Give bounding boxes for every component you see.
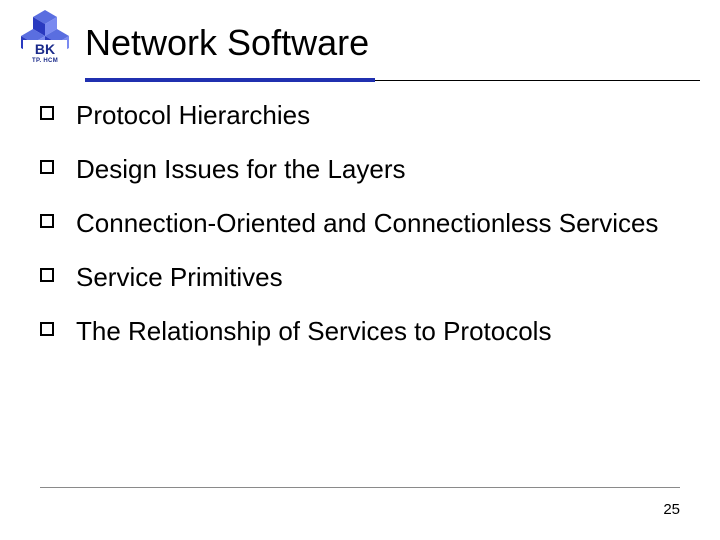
list-item: Service Primitives bbox=[40, 260, 690, 294]
list-item: Connection-Oriented and Connectionless S… bbox=[40, 206, 690, 240]
list-item: Protocol Hierarchies bbox=[40, 98, 690, 132]
list-item-text: Protocol Hierarchies bbox=[76, 98, 310, 132]
slide-title: Network Software bbox=[85, 22, 369, 64]
square-bullet-icon bbox=[40, 106, 54, 120]
square-bullet-icon bbox=[40, 322, 54, 336]
square-bullet-icon bbox=[40, 268, 54, 282]
list-item: The Relationship of Services to Protocol… bbox=[40, 314, 690, 348]
list-item: Design Issues for the Layers bbox=[40, 152, 690, 186]
list-item-text: Design Issues for the Layers bbox=[76, 152, 406, 186]
logo-main-text: BK bbox=[16, 44, 74, 55]
logo-sub-text: TP. HCM bbox=[16, 58, 74, 64]
logo: BK TP. HCM bbox=[16, 8, 74, 66]
bullet-list: Protocol Hierarchies Design Issues for t… bbox=[40, 98, 690, 368]
list-item-text: The Relationship of Services to Protocol… bbox=[76, 314, 551, 348]
square-bullet-icon bbox=[40, 160, 54, 174]
square-bullet-icon bbox=[40, 214, 54, 228]
page-number: 25 bbox=[663, 501, 680, 518]
footer-rule bbox=[40, 487, 680, 488]
list-item-text: Connection-Oriented and Connectionless S… bbox=[76, 206, 658, 240]
list-item-text: Service Primitives bbox=[76, 260, 283, 294]
